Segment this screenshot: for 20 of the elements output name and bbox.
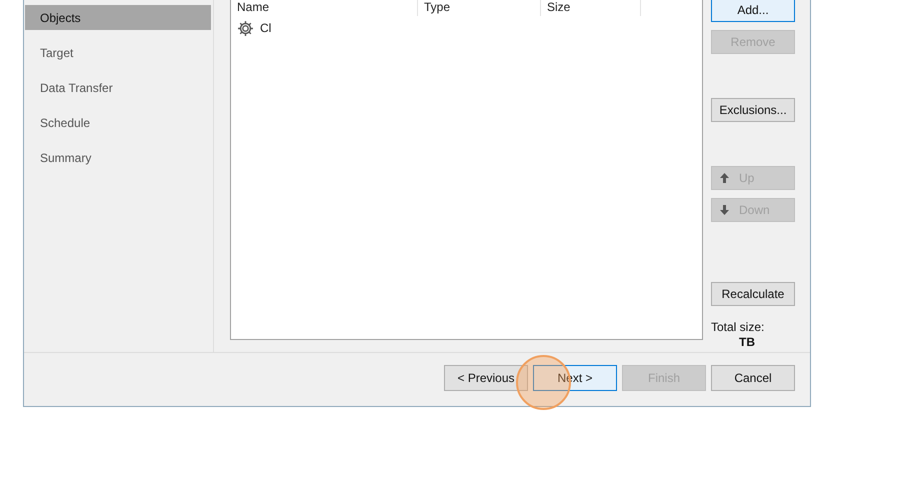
arrow-down-icon	[720, 205, 729, 215]
sidebar-item[interactable]: Schedule	[24, 110, 213, 135]
button[interactable]: Exclusions...	[711, 98, 795, 122]
sidebar-item[interactable]: Target	[24, 40, 213, 65]
button[interactable]: < Previous	[444, 364, 528, 390]
sidebar-item[interactable]: Objects	[25, 5, 211, 30]
sidebar-item[interactable]: Summary	[24, 145, 213, 170]
button[interactable]: Add...	[711, 0, 795, 22]
button[interactable]: Cancel	[711, 364, 795, 390]
total-size-value: TB	[738, 335, 756, 350]
gear-icon	[237, 20, 254, 36]
sidebar-item[interactable]: Data Transfer	[24, 75, 213, 100]
button[interactable]: Next >	[533, 364, 617, 390]
table-cell-text: Cl	[260, 20, 272, 37]
arrow-up-icon	[720, 173, 729, 183]
column-header[interactable]: Type	[418, 0, 541, 16]
button[interactable]: Recalculate	[711, 282, 795, 306]
column-header[interactable]: Name	[231, 0, 418, 16]
total-size-label: Total size:	[711, 320, 766, 335]
column-header[interactable]: Size	[541, 0, 641, 16]
